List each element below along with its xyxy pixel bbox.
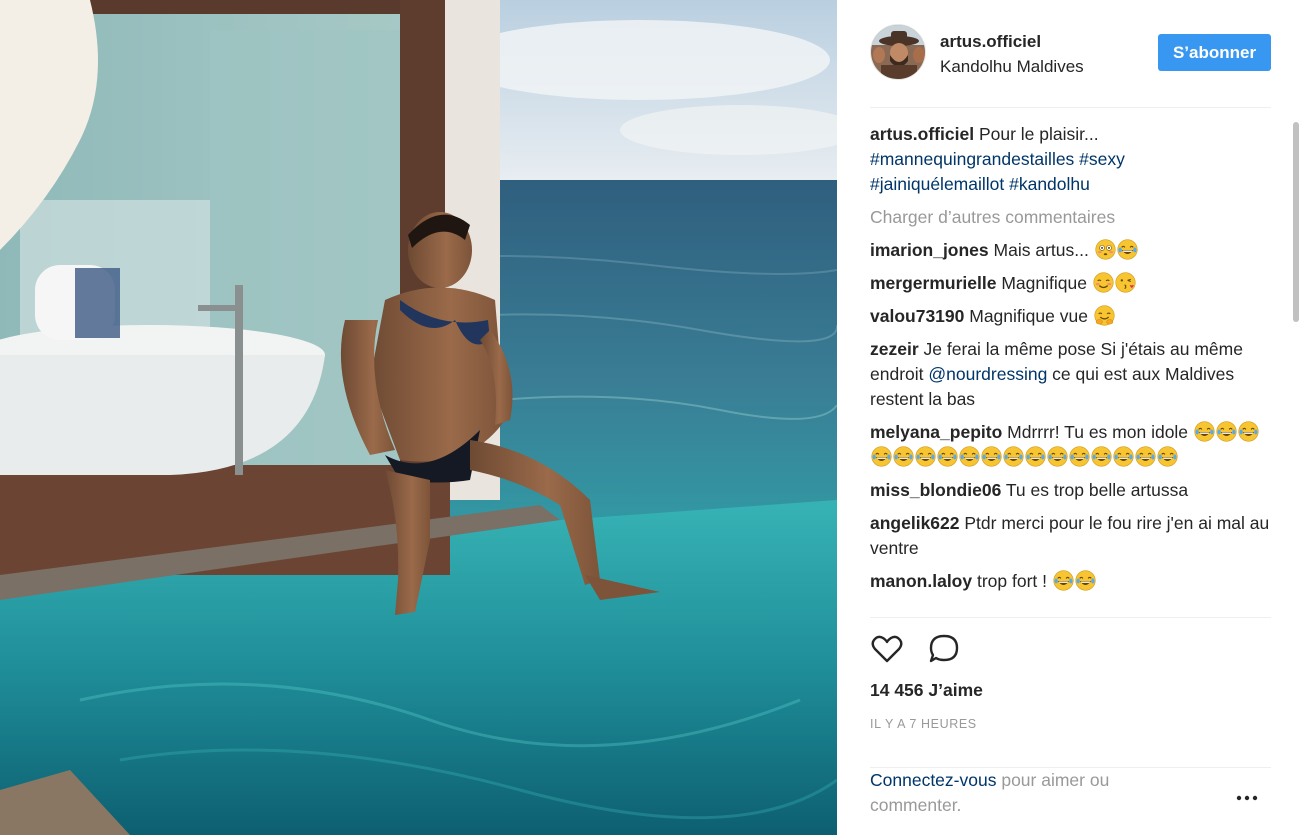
joy-emoji-icon bbox=[1216, 421, 1237, 442]
post-photo[interactable] bbox=[0, 0, 837, 835]
scrollbar-thumb[interactable] bbox=[1293, 122, 1299, 322]
like-count[interactable]: 14 456 J’aime bbox=[870, 680, 983, 701]
joy-emoji-icon bbox=[1194, 421, 1215, 442]
comment-container: imarion_jones Mais artus... mergermuriel… bbox=[870, 238, 1290, 594]
post-timestamp[interactable]: IL Y A 7 HEURES bbox=[870, 717, 977, 731]
comment-text: Magnifique bbox=[1001, 273, 1092, 293]
comment-username[interactable]: imarion_jones bbox=[870, 240, 989, 260]
comment-username[interactable]: angelik622 bbox=[870, 513, 960, 533]
comment-username[interactable]: mergermurielle bbox=[870, 273, 996, 293]
comment-icon[interactable] bbox=[927, 632, 963, 668]
comment-item: angelik622 Ptdr merci pour le fou rire j… bbox=[870, 511, 1290, 561]
login-prompt: Connectez-vous pour aimer ou commenter. bbox=[870, 767, 1271, 835]
blush-emoji-icon bbox=[1093, 272, 1114, 293]
comment-username[interactable]: melyana_pepito bbox=[870, 422, 1002, 442]
caption-text: Pour le plaisir... bbox=[978, 124, 1099, 144]
comment-text: Tu es trop belle artussa bbox=[1005, 480, 1189, 500]
joy-emoji-icon bbox=[1157, 446, 1178, 467]
caption-hashtags-2[interactable]: #jainiquélemaillot #kandolhu bbox=[870, 174, 1090, 194]
joy-emoji-icon bbox=[1025, 446, 1046, 467]
joy-emoji-icon bbox=[1113, 446, 1134, 467]
hug-emoji-icon bbox=[1094, 305, 1115, 326]
post-caption: artus.officiel Pour le plaisir... #manne… bbox=[870, 122, 1290, 197]
joy-emoji-icon bbox=[1091, 446, 1112, 467]
avatar-image bbox=[871, 25, 925, 79]
kiss-emoji-icon bbox=[1115, 272, 1136, 293]
post-username[interactable]: artus.officiel bbox=[940, 32, 1041, 52]
post-actions: 14 456 J’aime IL Y A 7 HEURES bbox=[870, 617, 1271, 767]
joy-emoji-icon bbox=[1053, 570, 1074, 591]
post-panel: artus.officiel Kandolhu Maldives S’abonn… bbox=[837, 0, 1302, 835]
joy-emoji-icon bbox=[871, 446, 892, 467]
joy-emoji-icon bbox=[1075, 570, 1096, 591]
post-location[interactable]: Kandolhu Maldives bbox=[940, 57, 1084, 77]
comment-item: zezeir Je ferai la même pose Si j'étais … bbox=[870, 337, 1290, 412]
caption-hashtags-1[interactable]: #mannequingrandestailles #sexy bbox=[870, 149, 1125, 169]
comment-text: Mdrrrr! Tu es mon idole bbox=[1007, 422, 1193, 442]
comment-item: imarion_jones Mais artus... bbox=[870, 238, 1290, 263]
heart-icon[interactable] bbox=[870, 632, 906, 668]
login-link[interactable]: Connectez-vous bbox=[870, 770, 996, 790]
avatar[interactable] bbox=[870, 24, 926, 80]
joy-emoji-icon bbox=[1047, 446, 1068, 467]
more-options-svg bbox=[1236, 795, 1258, 801]
flushed-emoji-icon bbox=[1095, 239, 1116, 260]
comment-mention-link[interactable]: @nourdressing bbox=[928, 364, 1047, 384]
comment-text: Magnifique vue bbox=[969, 306, 1093, 326]
joy-emoji-icon bbox=[1117, 239, 1138, 260]
caption-username[interactable]: artus.officiel bbox=[870, 124, 974, 144]
login-text: Connectez-vous pour aimer ou commenter. bbox=[870, 768, 1170, 818]
load-more-comments-link[interactable]: Charger d’autres commentaires bbox=[870, 205, 1290, 230]
comment-username[interactable]: miss_blondie06 bbox=[870, 480, 1001, 500]
joy-emoji-icon bbox=[1135, 446, 1156, 467]
comment-text: Mais artus... bbox=[993, 240, 1094, 260]
post-photo-image bbox=[0, 0, 837, 835]
comment-icon-svg bbox=[929, 634, 959, 663]
joy-emoji-icon bbox=[915, 446, 936, 467]
comment-text: trop fort ! bbox=[976, 571, 1052, 591]
post-header: artus.officiel Kandolhu Maldives S’abonn… bbox=[870, 24, 1271, 108]
comment-item: valou73190 Magnifique vue bbox=[870, 304, 1290, 329]
heart-icon-svg bbox=[871, 635, 903, 663]
comment-item: melyana_pepito Mdrrrr! Tu es mon idole bbox=[870, 420, 1290, 470]
joy-emoji-icon bbox=[893, 446, 914, 467]
comments-scrollbar[interactable] bbox=[1292, 122, 1300, 616]
joy-emoji-icon bbox=[937, 446, 958, 467]
joy-emoji-icon bbox=[1003, 446, 1024, 467]
comment-username[interactable]: valou73190 bbox=[870, 306, 964, 326]
comment-item: miss_blondie06 Tu es trop belle artussa bbox=[870, 478, 1290, 503]
joy-emoji-icon bbox=[981, 446, 1002, 467]
comment-item: mergermurielle Magnifique bbox=[870, 271, 1290, 296]
comment-username[interactable]: manon.laloy bbox=[870, 571, 972, 591]
comment-username[interactable]: zezeir bbox=[870, 339, 919, 359]
joy-emoji-icon bbox=[959, 446, 980, 467]
comments-list[interactable]: artus.officiel Pour le plaisir... #manne… bbox=[870, 122, 1290, 616]
joy-emoji-icon bbox=[1238, 421, 1259, 442]
follow-button[interactable]: S’abonner bbox=[1158, 34, 1271, 71]
joy-emoji-icon bbox=[1069, 446, 1090, 467]
comment-item: manon.laloy trop fort ! bbox=[870, 569, 1290, 594]
more-options-icon[interactable] bbox=[1235, 792, 1259, 802]
